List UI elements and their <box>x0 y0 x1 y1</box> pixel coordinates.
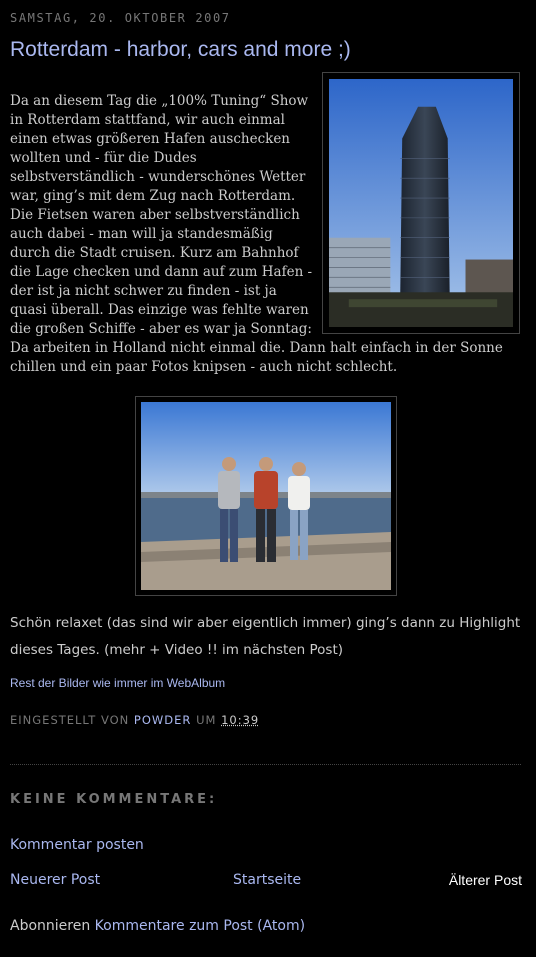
older-post-link[interactable]: Älterer Post <box>449 872 522 888</box>
subscribe-label: Abonnieren <box>10 918 91 934</box>
atom-feed-link[interactable]: Kommentare zum Post (Atom) <box>95 918 305 934</box>
post-time-link[interactable]: 10:39 <box>221 713 259 727</box>
post-footer: Eingestellt von Powder um 10:39 <box>10 713 259 727</box>
subscribe-line: Abonnieren Kommentare zum Post (Atom) <box>10 918 305 934</box>
webalbum-link[interactable]: Rest der Bilder wie immer im WebAlbum <box>10 676 225 690</box>
post-paragraph-2: Schön relaxet (das sind wir aber eigentl… <box>10 615 521 658</box>
post-date: Samstag, 20. Oktober 2007 <box>10 11 231 25</box>
post-title[interactable]: Rotterdam - harbor, cars and more ;) <box>10 38 351 62</box>
tower-photo-image <box>329 79 513 327</box>
group-photo-image <box>141 402 391 590</box>
at-label: um <box>196 713 217 727</box>
newer-post-link[interactable]: Neuerer Post <box>10 872 100 888</box>
author-link[interactable]: Powder <box>134 713 191 727</box>
tower-photo[interactable] <box>322 72 520 334</box>
comments-heading: Keine Kommentare: <box>10 792 218 807</box>
group-photo[interactable] <box>135 396 397 596</box>
home-link[interactable]: Startseite <box>233 872 301 888</box>
posted-by-label: Eingestellt von <box>10 713 130 727</box>
divider <box>10 764 521 765</box>
post-comment-link[interactable]: Kommentar posten <box>10 837 144 853</box>
